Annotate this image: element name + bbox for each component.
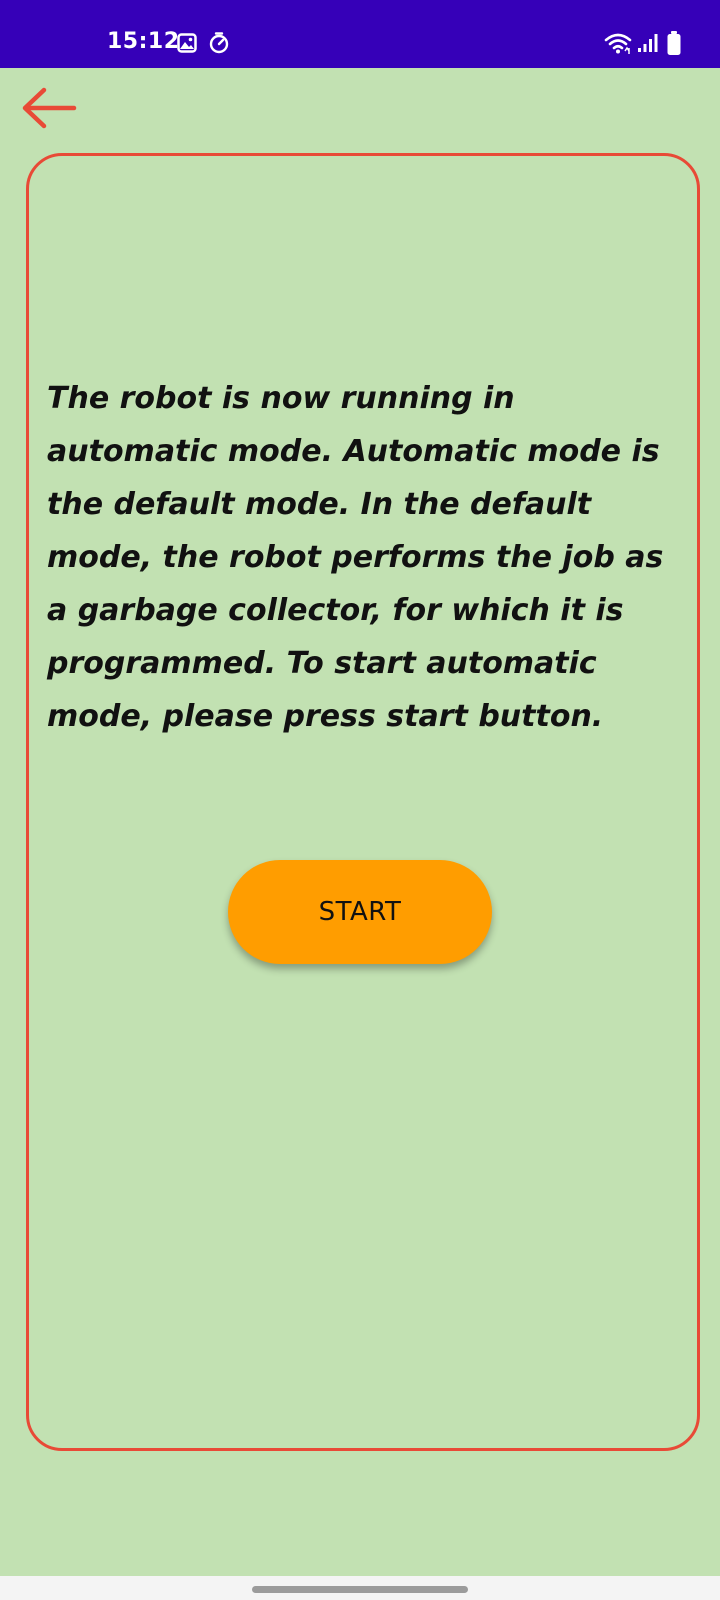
wifi-icon: [604, 33, 632, 54]
arrow-left-icon: [22, 87, 77, 129]
automatic-mode-message: The robot is now running in automatic mo…: [47, 381, 664, 734]
back-button[interactable]: [18, 82, 82, 138]
navigation-bar: [0, 1576, 720, 1600]
timer-icon: [209, 32, 229, 54]
status-time: 15:12: [107, 29, 180, 54]
info-card: [26, 153, 700, 1451]
status-bar: 15:12: [0, 0, 720, 68]
home-indicator[interactable]: [252, 1586, 468, 1593]
signal-icon: [638, 34, 658, 52]
battery-icon: [667, 31, 681, 55]
image-icon: [177, 33, 197, 53]
start-button[interactable]: START: [228, 860, 492, 964]
